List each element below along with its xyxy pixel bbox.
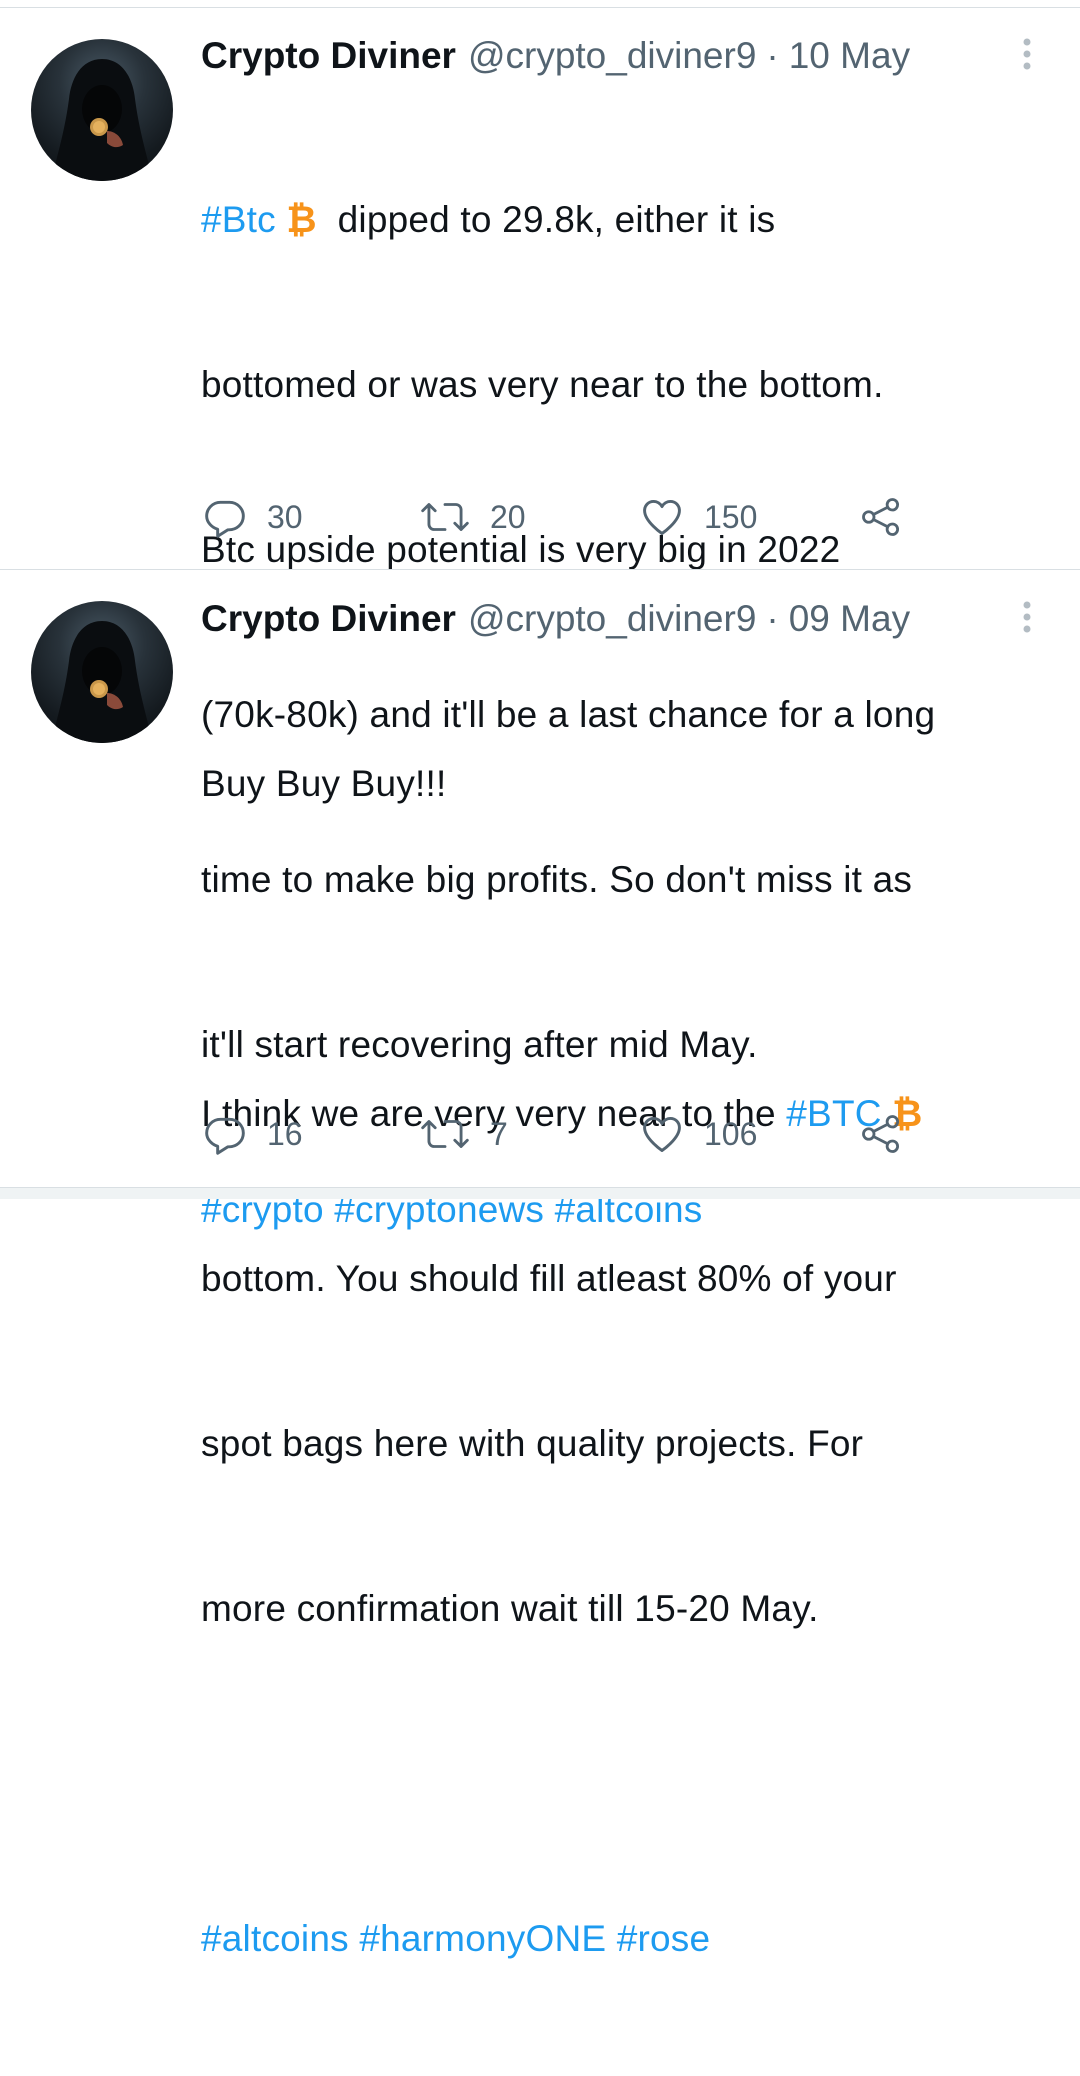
hashtag-link[interactable]: #rose	[617, 1918, 711, 1959]
tweet-header: Crypto Diviner @crypto_diviner9 · 10 May	[201, 34, 910, 78]
avatar-image	[51, 621, 153, 743]
reply-count: 16	[267, 1116, 303, 1152]
text-line: bottom. You should fill atleast 80% of y…	[201, 1258, 897, 1299]
avatar[interactable]	[31, 39, 173, 181]
reply-icon	[205, 500, 245, 538]
like-icon	[643, 499, 681, 535]
reply-button[interactable]: 16	[203, 1109, 303, 1159]
tweet-actions: 30 20 150	[0, 492, 1080, 542]
tweet-date[interactable]: 10 May	[789, 34, 910, 78]
separator-dot: ·	[766, 598, 779, 639]
share-button[interactable]	[860, 1109, 902, 1159]
text-line: bottomed or was very near to the bottom.	[201, 364, 884, 405]
share-icon	[862, 498, 900, 536]
text-line: Buy Buy Buy!!!	[201, 763, 447, 804]
reply-icon	[205, 1117, 245, 1155]
retweet-button[interactable]: 7	[420, 1109, 508, 1159]
bitcoin-icon: ₿	[286, 199, 317, 240]
top-divider	[0, 7, 1080, 8]
tweet-actions: 16 7 106	[0, 1109, 1080, 1159]
author-handle[interactable]: @crypto_diviner9	[468, 34, 756, 78]
avatar[interactable]	[31, 601, 173, 743]
tweet-date[interactable]: 09 May	[789, 597, 910, 641]
text-segment: dipped to 29.8k, either it is	[316, 199, 776, 240]
reply-button[interactable]: 30	[203, 492, 303, 542]
avatar-image	[51, 59, 153, 181]
text-line: spot bags here with quality projects. Fo…	[201, 1423, 864, 1464]
next-tweet-edge	[0, 1188, 1080, 1199]
separator-dot: ·	[766, 35, 779, 76]
author-handle[interactable]: @crypto_diviner9	[468, 597, 756, 641]
author-name[interactable]: Crypto Diviner	[201, 34, 456, 78]
retweet-count: 7	[490, 1116, 508, 1152]
tweet-header: Crypto Diviner @crypto_diviner9 · 09 May	[201, 597, 910, 641]
retweet-count: 20	[490, 499, 526, 535]
more-icon[interactable]	[1017, 599, 1037, 639]
reply-count: 30	[267, 499, 303, 535]
hashtag-link[interactable]: #harmonyONE	[359, 1918, 606, 1959]
hashtags-line: #altcoins #harmonyONE #rose	[201, 1911, 1071, 1966]
like-count: 106	[704, 1116, 758, 1152]
share-icon	[862, 1115, 900, 1153]
share-button[interactable]	[860, 492, 902, 542]
retweet-button[interactable]: 20	[420, 492, 526, 542]
author-name[interactable]: Crypto Diviner	[201, 597, 456, 641]
like-button[interactable]: 150	[640, 492, 757, 542]
more-icon[interactable]	[1017, 36, 1037, 76]
tweet-text: Buy Buy Buy!!! I think we are very very …	[201, 646, 1071, 2076]
hashtag-link[interactable]: #altcoins	[201, 1918, 349, 1959]
hashtag-link[interactable]: #Btc	[201, 199, 276, 240]
retweet-icon	[421, 503, 469, 531]
like-count: 150	[704, 499, 758, 535]
retweet-icon	[421, 1120, 469, 1148]
text-line: #Btc ₿ dipped to 29.8k, either it is	[201, 192, 1071, 247]
text-line: more confirmation wait till 15-20 May.	[201, 1588, 819, 1629]
like-button[interactable]: 106	[640, 1109, 757, 1159]
tweet-divider	[0, 569, 1080, 570]
like-icon	[643, 1116, 681, 1152]
